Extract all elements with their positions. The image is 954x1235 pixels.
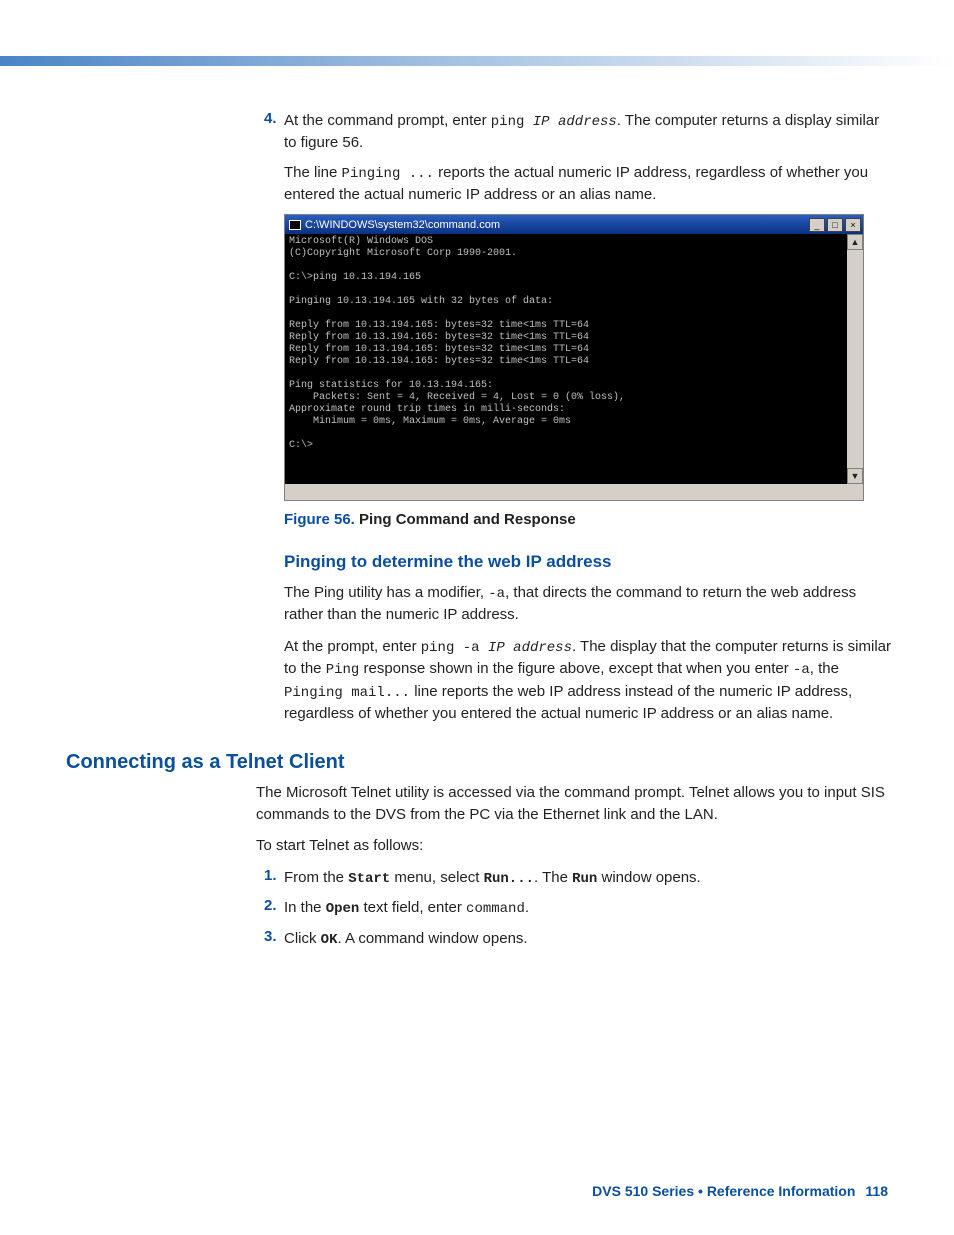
step-4-block: 4. At the command prompt, enter ping IP …: [256, 110, 891, 725]
command-window: C:\WINDOWS\system32\command.com _ □ × Mi…: [284, 214, 864, 501]
command-window-output: Microsoft(R) Windows DOS (C)Copyright Mi…: [285, 234, 847, 484]
spacer: [256, 162, 284, 206]
code: Pinging mail...: [284, 685, 410, 701]
text: The line: [284, 164, 342, 181]
heading-connecting-telnet: Connecting as a Telnet Client: [66, 751, 891, 774]
footer-section: Reference Information: [707, 1183, 856, 1199]
code: -a: [488, 586, 505, 602]
heading-pinging-web-ip: Pinging to determine the web IP address: [284, 552, 891, 572]
code: Start: [348, 871, 390, 887]
step-1-text: From the Start menu, select Run.... The …: [284, 867, 891, 889]
step-3: 3. Click OK. A command window opens.: [256, 928, 891, 950]
code-ping: ping: [491, 114, 533, 130]
text: .: [525, 899, 529, 916]
footer-product: DVS 510 Series •: [592, 1183, 707, 1199]
code: OK: [321, 932, 338, 948]
step-4-text: At the command prompt, enter ping IP add…: [284, 110, 891, 154]
step-number-3: 3.: [256, 928, 284, 950]
maximize-icon[interactable]: □: [827, 218, 843, 232]
pinging-section-body: The Ping utility has a modifier, -a, tha…: [284, 582, 891, 725]
step-number-4: 4.: [256, 110, 284, 154]
code: command: [466, 901, 525, 917]
horizontal-scrollbar[interactable]: [285, 484, 863, 500]
command-window-title: C:\WINDOWS\system32\command.com: [305, 219, 500, 231]
code-arg: IP address: [533, 114, 617, 130]
code: Run: [572, 871, 597, 887]
command-window-icon: C:\WINDOWS\system32\command.com: [289, 219, 500, 231]
code: Pinging ...: [342, 166, 434, 182]
figure-label: Figure 56.: [284, 511, 355, 528]
text: Click: [284, 930, 321, 947]
step-3-text: Click OK. A command window opens.: [284, 928, 891, 950]
figure-56: C:\WINDOWS\system32\command.com _ □ × Mi…: [284, 214, 891, 501]
text: At the command prompt, enter: [284, 112, 491, 129]
text: window opens.: [597, 869, 700, 886]
command-window-titlebar: C:\WINDOWS\system32\command.com _ □ ×: [285, 215, 863, 234]
text: menu, select: [390, 869, 483, 886]
scroll-up-icon[interactable]: ▲: [847, 234, 863, 250]
step-1: 1. From the Start menu, select Run.... T…: [256, 867, 891, 889]
code: Run...: [484, 871, 534, 887]
telnet-section: The Microsoft Telnet utility is accessed…: [256, 782, 891, 950]
page-footer: DVS 510 Series • Reference Information 11…: [592, 1183, 888, 1199]
figure-title: Ping Command and Response: [355, 511, 576, 528]
code: -a: [793, 662, 810, 678]
step-2: 2. In the Open text field, enter command…: [256, 897, 891, 919]
step-number-2: 2.: [256, 897, 284, 919]
figure-56-caption: Figure 56. Ping Command and Response: [284, 511, 891, 528]
code: Open: [326, 901, 360, 917]
text: In the: [284, 899, 326, 916]
text: The Ping utility has a modifier,: [284, 584, 488, 601]
footer-page-number: 118: [865, 1183, 888, 1199]
page-content: 4. At the command prompt, enter ping IP …: [116, 110, 891, 958]
code-arg: IP address: [488, 640, 572, 656]
text: . A command window opens.: [337, 930, 527, 947]
code: ping -a: [421, 640, 488, 656]
text: At the prompt, enter: [284, 638, 421, 655]
paragraph: To start Telnet as follows:: [256, 835, 891, 857]
text: response shown in the figure above, exce…: [359, 660, 793, 677]
vertical-scrollbar[interactable]: ▲ ▼: [847, 234, 863, 484]
text: , the: [810, 660, 839, 677]
minimize-icon[interactable]: _: [809, 218, 825, 232]
text: . The: [534, 869, 572, 886]
close-icon[interactable]: ×: [845, 218, 861, 232]
step-4-para2: The line Pinging ... reports the actual …: [284, 162, 891, 206]
scroll-down-icon[interactable]: ▼: [847, 468, 863, 484]
paragraph: The Ping utility has a modifier, -a, tha…: [284, 582, 891, 626]
header-gradient-bar: [0, 56, 954, 66]
paragraph: At the prompt, enter ping -a IP address.…: [284, 636, 891, 725]
text: From the: [284, 869, 348, 886]
paragraph: The Microsoft Telnet utility is accessed…: [256, 782, 891, 826]
step-2-text: In the Open text field, enter command.: [284, 897, 891, 919]
text: text field, enter: [359, 899, 466, 916]
step-number-1: 1.: [256, 867, 284, 889]
code: Ping: [326, 662, 360, 678]
